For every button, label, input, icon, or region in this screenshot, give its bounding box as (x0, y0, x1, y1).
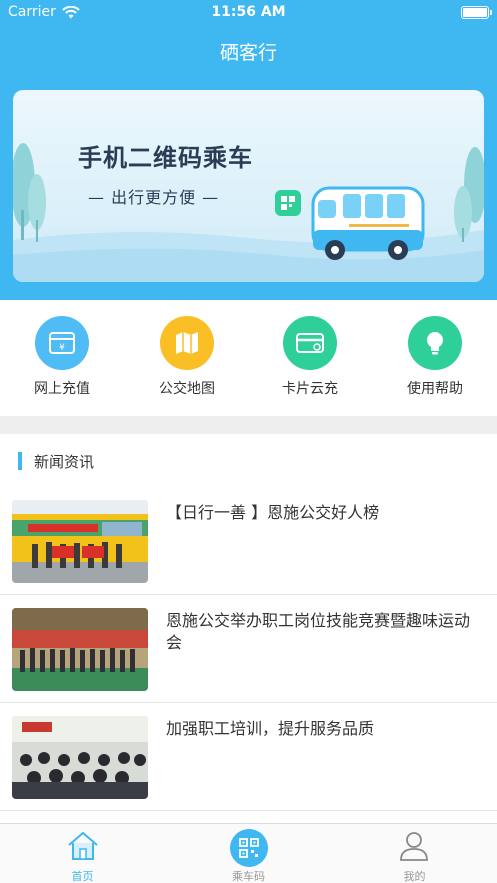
banner-title: 手机二维码乘车 (78, 144, 253, 172)
section-divider (0, 416, 497, 434)
news-item-title: 【日行一善 】恩施公交好人榜 (166, 503, 380, 522)
news-list-item[interactable]: 【日行一善 】恩施公交好人榜 (0, 488, 497, 595)
tab-ride-code-label: 乘车码 (232, 870, 265, 883)
promo-banner[interactable]: 手机二维码乘车 — 出行更方便 — (13, 90, 484, 282)
quick-menu-label: 使用帮助 (407, 381, 463, 397)
tab-home[interactable]: 首页 (0, 824, 165, 883)
news-list-item[interactable]: 加强职工培训，提升服务品质 (0, 704, 497, 811)
card-icon (283, 316, 337, 370)
svg-text:¥: ¥ (59, 343, 65, 353)
recharge-online-button[interactable]: ¥ 网上充值 (12, 316, 112, 398)
battery-icon (461, 6, 492, 19)
home-icon (68, 831, 98, 860)
news-list-item[interactable]: 恩施公交举办职工岗位技能竞赛暨趣味运动会 (0, 596, 497, 703)
banner-subtitle: — 出行更方便 — (88, 188, 220, 207)
bus-map-button[interactable]: 公交地图 (137, 316, 237, 398)
tab-ride-code[interactable]: 乘车码 (166, 824, 331, 883)
card-cloud-recharge-button[interactable]: 卡片云充 (260, 316, 360, 398)
news-thumbnail (12, 500, 148, 583)
news-item-title: 加强职工培训，提升服务品质 (166, 719, 375, 738)
wallet-icon: ¥ (35, 316, 89, 370)
tab-profile-label: 我的 (403, 870, 426, 883)
news-thumbnail (12, 608, 148, 691)
quick-menu-label: 公交地图 (159, 381, 215, 397)
tab-profile[interactable]: 我的 (332, 824, 497, 883)
quick-menu-label: 网上充值 (34, 381, 90, 397)
user-icon (400, 832, 428, 861)
quick-menu: ¥ 网上充值 公交地图 卡片云充 使用帮助 (0, 300, 497, 416)
news-thumbnail (12, 716, 148, 799)
status-time: 11:56 AM (211, 4, 286, 20)
map-icon (160, 316, 214, 370)
section-accent-bar (18, 452, 22, 470)
page-title: 硒客行 (219, 42, 277, 64)
tab-home-label: 首页 (71, 870, 94, 883)
news-item-title: 恩施公交举办职工岗位技能竞赛暨趣味运动会 (166, 611, 471, 652)
banner-illustration (13, 143, 484, 282)
usage-help-button[interactable]: 使用帮助 (385, 316, 485, 398)
news-section-header: 新闻资讯 (0, 434, 497, 488)
news-section-title: 新闻资讯 (34, 453, 95, 471)
qr-code-icon (230, 829, 268, 867)
lightbulb-icon (408, 316, 462, 370)
tab-bar: 首页 乘车码 我的 (0, 823, 497, 883)
status-bar: Carrier 11:56 AM (0, 0, 497, 26)
quick-menu-label: 卡片云充 (282, 381, 338, 397)
